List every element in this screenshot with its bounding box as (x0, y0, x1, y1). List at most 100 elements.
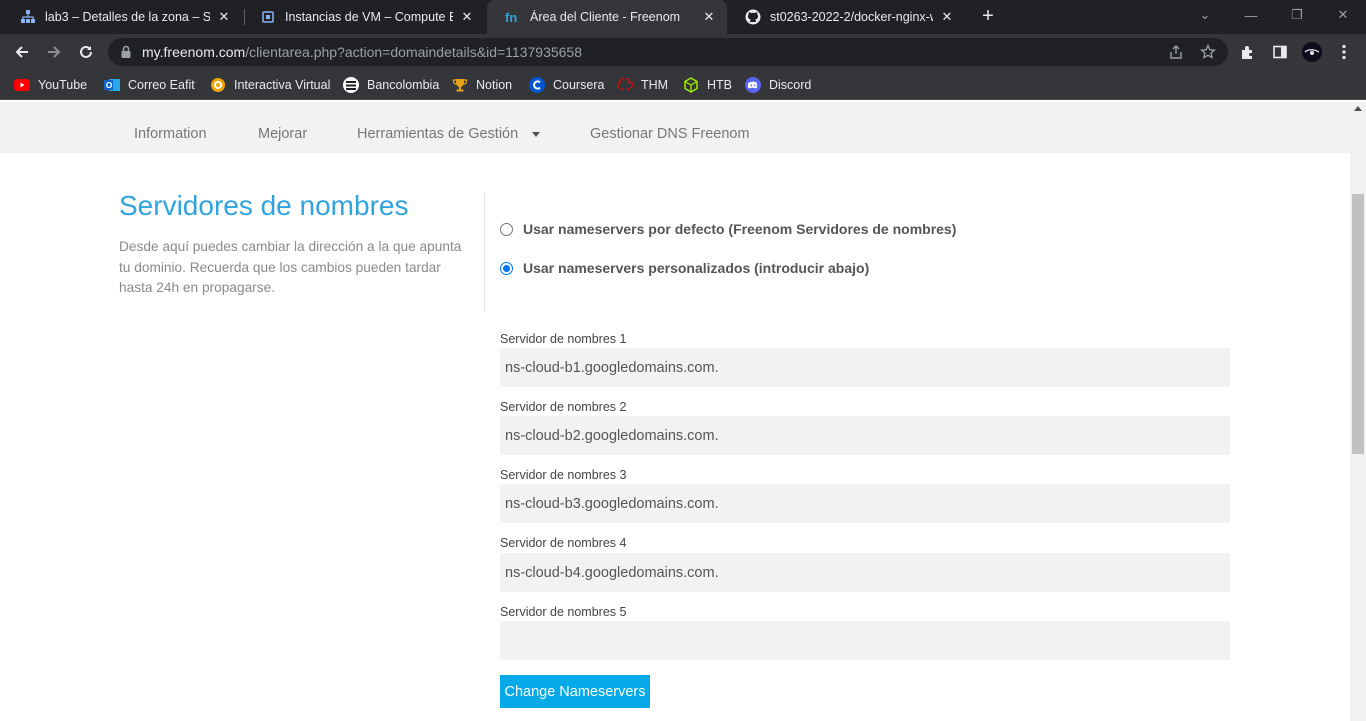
trophy-icon (452, 77, 468, 93)
reload-button[interactable] (72, 38, 100, 66)
close-icon[interactable]: ✕ (939, 9, 955, 25)
bookmark-label: Bancolombia (367, 78, 440, 92)
bookmark-htb[interactable]: HTB (683, 76, 732, 94)
coursera-icon (529, 77, 545, 93)
new-tab-button[interactable]: + (976, 5, 1000, 29)
thm-icon (617, 77, 633, 93)
lock-icon[interactable] (118, 44, 134, 60)
share-icon[interactable] (1168, 44, 1184, 60)
arrow-right-icon (48, 46, 61, 58)
side-panel-icon[interactable] (1270, 42, 1290, 62)
bookmark-label: Coursera (553, 78, 605, 92)
url-text: my.freenom.com/clientarea.php?action=dom… (142, 44, 582, 60)
tab-lab3[interactable]: lab3 – Detalles de la zona – Servi ✕ (2, 0, 242, 34)
svg-text:fn: fn (505, 10, 517, 24)
freenom-icon: fn (505, 9, 521, 25)
bookmark-label: Interactiva Virtual (234, 78, 331, 92)
close-icon[interactable]: ✕ (459, 9, 475, 25)
tab-title: Área del Cliente - Freenom (530, 10, 681, 24)
close-icon[interactable]: ✕ (216, 9, 232, 25)
scrollbar[interactable] (1350, 102, 1366, 721)
change-nameservers-button[interactable]: Change Nameservers (500, 675, 650, 708)
forward-button[interactable] (40, 38, 68, 66)
back-button[interactable] (8, 38, 36, 66)
scroll-up-icon[interactable] (1354, 106, 1362, 111)
github-icon (745, 9, 761, 25)
nameserver-5-input[interactable] (500, 621, 1230, 660)
discord-icon (745, 77, 761, 93)
url-path: /clientarea.php?action=domaindetails&id=… (245, 44, 582, 60)
nameserver-5-label: Servidor de nombres 5 (500, 605, 627, 619)
section-description: Desde aquí puedes cambiar la dirección a… (119, 239, 462, 295)
subnav-item-mejorar[interactable]: Mejorar (258, 126, 307, 142)
address-bar[interactable]: my.freenom.com/clientarea.php?action=dom… (108, 38, 1228, 66)
svg-text:O: O (106, 80, 113, 90)
bookmark-label: Notion (476, 78, 513, 92)
bookmark-label: THM (641, 78, 669, 92)
nameserver-4-label: Servidor de nombres 4 (500, 536, 627, 550)
nameserver-2-label: Servidor de nombres 2 (500, 400, 627, 414)
nameserver-3-label: Servidor de nombres 3 (500, 468, 627, 482)
avatar[interactable] (1302, 42, 1322, 62)
star-icon[interactable] (1200, 44, 1216, 60)
domain-subnav: Information Mejorar Herramientas de Gest… (0, 102, 1350, 153)
divider (484, 193, 485, 311)
nameserver-3-input[interactable] (500, 484, 1230, 523)
subnav-item-herramientas-de-gestion[interactable]: Herramientas de Gestión (357, 126, 518, 142)
nameserver-4-input[interactable] (500, 553, 1230, 592)
bookmark-coursera[interactable]: Coursera (529, 76, 604, 94)
tab-freenom[interactable]: fn Área del Cliente - Freenom ✕ (487, 0, 727, 34)
bookmark-bancolombia[interactable]: Bancolombia (343, 76, 439, 94)
option-default-nameservers[interactable]: Usar nameservers por defecto (Freenom Se… (500, 221, 956, 237)
reload-icon (80, 45, 92, 58)
tab-strip: lab3 – Detalles de la zona – Servi ✕ Ins… (0, 0, 1366, 34)
bookmark-youtube[interactable]: YouTube (14, 76, 87, 94)
tab-search-icon[interactable]: ⌄ (1182, 0, 1228, 30)
bookmark-discord[interactable]: Discord (745, 76, 811, 94)
radio-dot (503, 264, 510, 272)
option-custom-nameservers[interactable]: Usar nameservers personalizados (introdu… (500, 260, 869, 276)
minimize-icon[interactable]: — (1228, 0, 1274, 30)
bookmark-notion[interactable]: Notion (452, 76, 512, 94)
subnav-item-information[interactable]: Information (134, 126, 207, 142)
close-icon[interactable]: ✕ (701, 9, 717, 25)
chip-icon (260, 9, 276, 25)
tab-title: lab3 – Detalles de la zona – Servi (45, 10, 210, 24)
caret-down-icon[interactable] (532, 132, 540, 137)
youtube-icon (14, 77, 30, 93)
option-label: Usar nameservers por defecto (Freenom Se… (523, 221, 957, 237)
window-close-icon[interactable]: ✕ (1320, 0, 1366, 30)
bancolombia-icon (343, 77, 359, 93)
outlook-icon: O (104, 77, 120, 93)
network-icon (20, 9, 36, 25)
restore-icon[interactable]: ❐ (1274, 0, 1320, 30)
tab-title: st0263-2022-2/docker-nginx-wor (770, 10, 933, 24)
nameserver-2-input[interactable] (500, 416, 1230, 455)
htb-icon (683, 77, 699, 93)
tab-instancias-vm[interactable]: Instancias de VM – Compute Eng ✕ (242, 0, 485, 34)
url-host: my.freenom.com (142, 44, 246, 60)
tab-title: Instancias de VM – Compute Eng (285, 10, 453, 24)
bookmark-correo-eafit[interactable]: O Correo Eafit (104, 76, 195, 94)
extensions-icon[interactable] (1238, 42, 1258, 62)
bookmark-label: Correo Eafit (128, 78, 195, 92)
nameserver-1-input[interactable] (500, 348, 1230, 387)
arrow-left-icon (15, 46, 28, 58)
bookmarks-bar: YouTube O Correo Eafit Interactiva Virtu… (0, 70, 1366, 100)
page-title: Servidores de nombres (119, 190, 409, 221)
scrollbar-thumb[interactable] (1352, 194, 1364, 454)
moodle-icon (210, 77, 226, 93)
option-label: Usar nameservers personalizados (introdu… (523, 260, 870, 276)
tab-github[interactable]: st0263-2022-2/docker-nginx-wor ✕ (727, 0, 965, 34)
bookmark-thm[interactable]: THM (617, 76, 668, 94)
bookmark-interactiva-virtual[interactable]: Interactiva Virtual (210, 76, 330, 94)
bookmark-label: HTB (707, 78, 732, 92)
page-viewport: Information Mejorar Herramientas de Gest… (0, 102, 1350, 721)
radio-custom-nameservers[interactable] (500, 261, 513, 275)
kebab-menu-icon[interactable] (1334, 42, 1354, 62)
subnav-item-gestionar-dns[interactable]: Gestionar DNS Freenom (590, 126, 750, 142)
bookmark-label: YouTube (38, 78, 88, 92)
radio-default-nameservers[interactable] (500, 222, 513, 236)
bookmark-label: Discord (769, 78, 812, 92)
nameserver-1-label: Servidor de nombres 1 (500, 332, 627, 346)
